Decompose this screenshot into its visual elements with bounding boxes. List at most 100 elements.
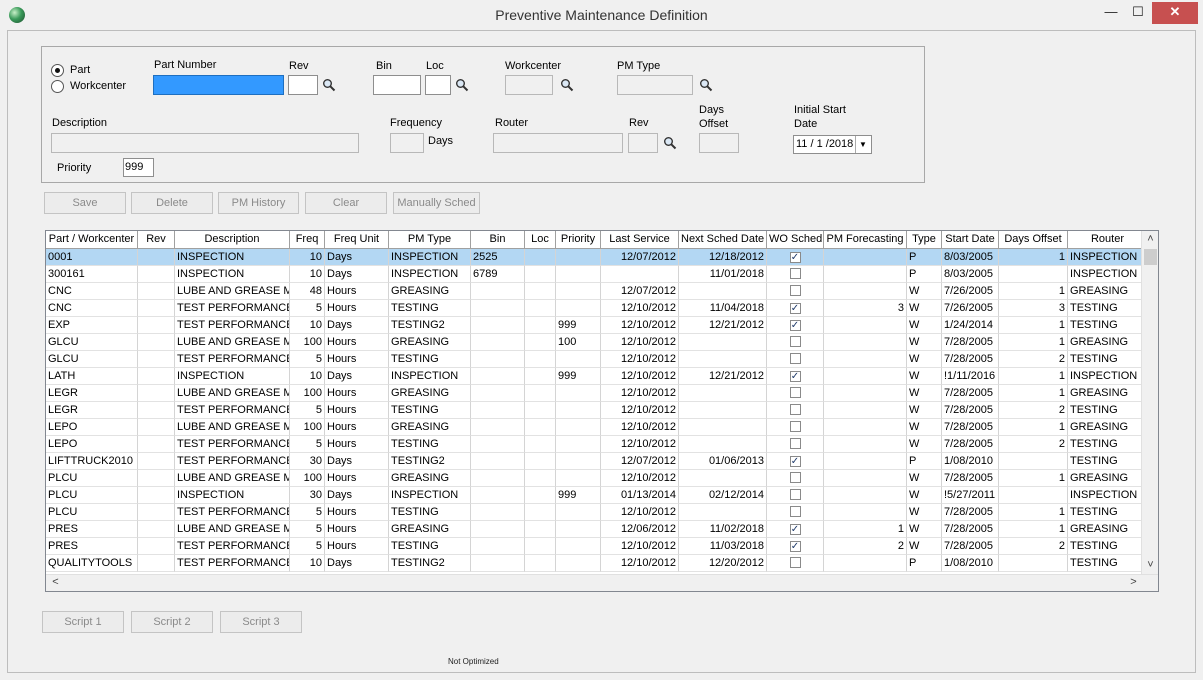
initial-start-date-picker[interactable]: 11 / 1 /2018 ▼ xyxy=(793,135,872,154)
wo-sched-checkbox[interactable] xyxy=(789,557,801,568)
router-input[interactable] xyxy=(493,133,623,153)
rev-input[interactable] xyxy=(288,75,318,95)
column-header-description[interactable]: Description xyxy=(175,231,290,249)
router-search-icon[interactable] xyxy=(663,136,677,150)
vertical-scroll-thumb[interactable] xyxy=(1144,249,1157,265)
column-header-pm-forecasting[interactable]: PM Forecasting xyxy=(824,231,907,249)
wo-sched-checkbox[interactable] xyxy=(789,421,801,432)
delete-button[interactable]: Delete xyxy=(131,192,213,214)
column-header-part-workcenter[interactable]: Part / Workcenter xyxy=(46,231,138,249)
wo-sched-checkbox[interactable] xyxy=(789,472,801,483)
wo-sched-checkbox-checked[interactable]: ✓ xyxy=(789,252,801,263)
table-row[interactable]: LIFTTRUCK2010TEST PERFORMANCE C30DaysTES… xyxy=(46,453,1148,470)
radio-part[interactable] xyxy=(51,64,64,77)
vertical-scrollbar[interactable]: ˄ ˅ xyxy=(1141,231,1158,574)
table-row[interactable]: PLCUTEST PERFORMANCE C5HoursTESTING12/10… xyxy=(46,504,1148,521)
scroll-up-icon[interactable]: ˄ xyxy=(1143,232,1158,247)
column-header-bin[interactable]: Bin xyxy=(471,231,525,249)
wo-sched-checkbox-checked[interactable]: ✓ xyxy=(789,524,801,535)
pm-history-button[interactable]: PM History xyxy=(218,192,299,214)
script-3-button[interactable]: Script 3 xyxy=(220,611,302,633)
bin-input[interactable] xyxy=(373,75,421,95)
close-button[interactable]: ✕ xyxy=(1152,2,1198,24)
days-offset-input[interactable] xyxy=(699,133,739,153)
column-header-type[interactable]: Type xyxy=(907,231,942,249)
column-header-freq[interactable]: Freq xyxy=(290,231,325,249)
column-header-loc[interactable]: Loc xyxy=(525,231,556,249)
manually-sched-button[interactable]: Manually Sched xyxy=(393,192,480,214)
part-number-input[interactable] xyxy=(153,75,284,95)
table-row[interactable]: GLCU LUBE AND GREASE MA 100 Hours GREASING 10… xyxy=(46,334,1148,351)
wo-sched-checkbox[interactable] xyxy=(789,353,801,364)
table-row[interactable]: PLCU INSPECTION 30 Days INSPECTION 999 01/13/2… xyxy=(46,487,1148,504)
wo-sched-checkbox[interactable] xyxy=(789,387,801,398)
table-row[interactable]: LEGRTEST PERFORMANCE C5HoursTESTING12/10… xyxy=(46,402,1148,419)
router-rev-input[interactable] xyxy=(628,133,658,153)
wo-sched-checkbox[interactable] xyxy=(789,336,801,347)
scroll-left-icon[interactable]: < xyxy=(48,575,63,590)
script-2-button[interactable]: Script 2 xyxy=(131,611,213,633)
scroll-down-icon[interactable]: ˅ xyxy=(1143,558,1158,573)
table-row[interactable]: GLCUTEST PERFORMANCE C5HoursTESTING12/10… xyxy=(46,351,1148,368)
column-header-last-service[interactable]: Last Service xyxy=(601,231,679,249)
wo-sched-checkbox-checked[interactable]: ✓ xyxy=(789,320,801,331)
wo-sched-checkbox[interactable] xyxy=(789,506,801,517)
frequency-input[interactable] xyxy=(390,133,424,153)
title-bar: Preventive Maintenance Definition — ☐ ✕ xyxy=(0,0,1203,30)
wo-sched-checkbox[interactable] xyxy=(789,285,801,296)
column-header-rev[interactable]: Rev xyxy=(138,231,175,249)
table-row[interactable]: LEPOTEST PERFORMANCE C5HoursTESTING12/10… xyxy=(46,436,1148,453)
column-header-next-sched-date[interactable]: Next Sched Date xyxy=(679,231,767,249)
bin-loc-search-icon[interactable] xyxy=(455,78,469,92)
horizontal-scrollbar[interactable]: < > xyxy=(46,574,1158,591)
dropdown-arrow-icon[interactable]: ▼ xyxy=(855,136,870,153)
wo-sched-checkbox[interactable] xyxy=(789,404,801,415)
table-row[interactable]: 0001 INSPECTION 10 Days INSPECTION 2525 12/07/… xyxy=(46,249,1148,266)
table-row[interactable]: PRESTEST PERFORMANCE C5HoursTESTING12/10… xyxy=(46,538,1148,555)
column-header-priority[interactable]: Priority xyxy=(556,231,601,249)
column-header-start-date[interactable]: Start Date xyxy=(942,231,999,249)
cell-next-sched-date xyxy=(679,436,767,453)
wo-sched-checkbox[interactable] xyxy=(789,268,801,279)
table-row[interactable]: LEPO LUBE AND GREASE MA 100 Hours GREASING 12… xyxy=(46,419,1148,436)
wo-sched-checkbox-checked[interactable]: ✓ xyxy=(789,541,801,552)
table-row[interactable]: QUALITYTOOLSTEST PERFORMANCE C10DaysTEST… xyxy=(46,555,1148,572)
wo-sched-checkbox-checked[interactable]: ✓ xyxy=(789,303,801,314)
column-header-wo-sched[interactable]: WO Sched xyxy=(767,231,824,249)
minimize-button[interactable]: — xyxy=(1098,2,1124,24)
table-row[interactable]: PLCU LUBE AND GREASE MA 100 Hours GREASING 12… xyxy=(46,470,1148,487)
pm-grid[interactable]: Part / Workcenter Rev Description Freq Freq … xyxy=(45,230,1159,592)
table-row[interactable]: 300161 INSPECTION 10 Days INSPECTION 6789 11/0… xyxy=(46,266,1148,283)
priority-input[interactable]: 999 xyxy=(123,158,154,177)
script-1-button[interactable]: Script 1 xyxy=(42,611,124,633)
clear-button[interactable]: Clear xyxy=(305,192,387,214)
wo-sched-checkbox-checked[interactable]: ✓ xyxy=(789,371,801,382)
cell-bin xyxy=(471,521,525,538)
table-row[interactable]: EXPTEST PERFORMANCE C10DaysTESTING299912… xyxy=(46,317,1148,334)
scroll-right-icon[interactable]: > xyxy=(1126,575,1141,590)
wo-sched-checkbox[interactable] xyxy=(789,489,801,500)
table-row[interactable]: PRES LUBE AND GREASE MA 5 Hours GREASING 12/0… xyxy=(46,521,1148,538)
wo-sched-checkbox-checked[interactable]: ✓ xyxy=(789,456,801,467)
workcenter-search-icon[interactable] xyxy=(560,78,574,92)
cell-router: INSPECTION xyxy=(1068,266,1148,283)
table-row[interactable]: LATH INSPECTION 10 Days INSPECTION 999 12/10/2… xyxy=(46,368,1148,385)
radio-workcenter[interactable] xyxy=(51,80,64,93)
pm-type-input[interactable] xyxy=(617,75,693,95)
table-row[interactable]: CNCTEST PERFORMANCE C5HoursTESTING12/10/… xyxy=(46,300,1148,317)
save-button[interactable]: Save xyxy=(44,192,126,214)
description-input[interactable] xyxy=(51,133,359,153)
column-header-pm-type[interactable]: PM Type xyxy=(389,231,471,249)
rev-search-icon[interactable] xyxy=(322,78,336,92)
table-row[interactable]: CNC LUBE AND GREASE MA 48 Hours GREASING 12/0… xyxy=(46,283,1148,300)
column-header-router[interactable]: Router xyxy=(1068,231,1148,249)
loc-input[interactable] xyxy=(425,75,451,95)
maximize-button[interactable]: ☐ xyxy=(1124,2,1152,24)
wo-sched-checkbox[interactable] xyxy=(789,438,801,449)
table-row[interactable]: LEGR LUBE AND GREASE MA 100 Hours GREASING 12… xyxy=(46,385,1148,402)
workcenter-input[interactable] xyxy=(505,75,553,95)
column-header-days-offset[interactable]: Days Offset xyxy=(999,231,1068,249)
cell-loc xyxy=(525,521,556,538)
column-header-freq-unit[interactable]: Freq Unit xyxy=(325,231,389,249)
pm-type-search-icon[interactable] xyxy=(699,78,713,92)
